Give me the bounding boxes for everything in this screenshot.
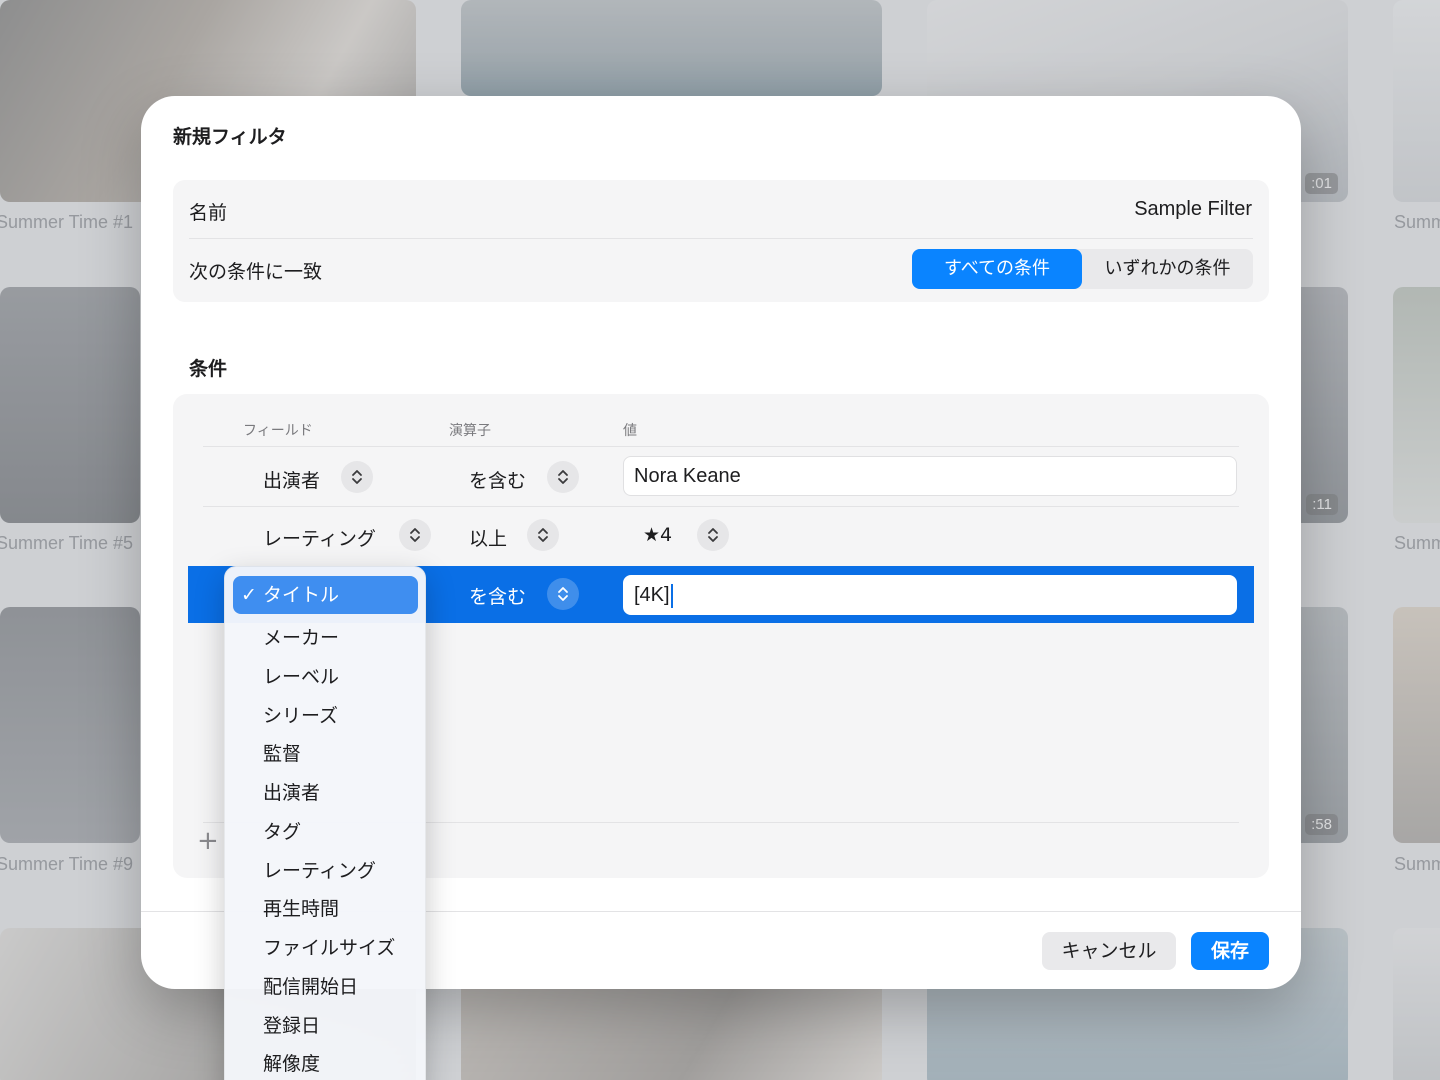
menu-item[interactable]: 出演者 (263, 778, 320, 805)
condition-operator[interactable]: 以上 (469, 524, 507, 551)
conditions-title: 条件 (189, 358, 228, 380)
condition-value-input[interactable]: Nora Keane (623, 456, 1237, 496)
match-label: 次の条件に一致 (189, 261, 323, 283)
chevron-up-down-icon[interactable] (527, 519, 559, 551)
match-segmented-control: すべての条件 いずれかの条件 (912, 249, 1253, 289)
condition-field[interactable]: 出演者 (263, 466, 320, 493)
text-caret (670, 583, 673, 608)
menu-item[interactable]: 配信開始日 (263, 972, 358, 999)
name-label: 名前 (189, 202, 228, 224)
menu-item[interactable]: レーベル (263, 662, 339, 689)
menu-item[interactable]: タグ (263, 817, 301, 844)
condition-value-input[interactable]: [4K] (623, 575, 1237, 615)
name-value[interactable]: Sample Filter (1134, 198, 1252, 221)
menu-item[interactable]: ファイルサイズ (263, 933, 395, 960)
chevron-up-down-icon[interactable] (399, 519, 431, 551)
filter-settings-group: 名前 Sample Filter 次の条件に一致 すべての条件 いずれかの条件 (173, 180, 1269, 302)
rating-value[interactable]: ★4 (643, 524, 672, 546)
condition-field[interactable]: レーティング (263, 524, 376, 551)
match-any-button[interactable]: いずれかの条件 (1082, 249, 1253, 289)
match-all-button[interactable]: すべての条件 (912, 249, 1082, 289)
menu-item-label: タイトル (263, 584, 340, 606)
add-condition-button[interactable]: + (197, 828, 219, 854)
dialog-title: 新規フィルタ (173, 126, 287, 148)
menu-item[interactable]: レーティング (263, 856, 376, 883)
condition-operator[interactable]: を含む (469, 466, 526, 493)
divider (203, 506, 1239, 507)
save-button[interactable]: 保存 (1191, 932, 1269, 970)
menu-item[interactable]: 再生時間 (263, 894, 339, 921)
field-dropdown-menu: ✓ タイトル メーカー レーベル シリーズ 監督 出演者 タグ レーティング 再生… (224, 566, 426, 1080)
menu-item[interactable]: 監督 (263, 739, 301, 766)
chevron-up-down-icon[interactable] (547, 578, 579, 610)
menu-item[interactable]: 登録日 (263, 1011, 320, 1038)
divider (203, 446, 1239, 447)
condition-operator[interactable]: を含む (469, 582, 526, 609)
divider (189, 238, 1253, 239)
chevron-up-down-icon[interactable] (697, 519, 729, 551)
column-header-operator: 演算子 (449, 423, 491, 439)
column-header-value: 値 (623, 423, 637, 439)
chevron-up-down-icon[interactable] (547, 461, 579, 493)
menu-item[interactable]: シリーズ (263, 701, 338, 728)
checkmark-icon: ✓ (241, 584, 257, 606)
column-header-field: フィールド (243, 423, 313, 439)
menu-item[interactable]: メーカー (263, 623, 339, 650)
input-text: [4K] (634, 584, 670, 606)
chevron-up-down-icon[interactable] (341, 461, 373, 493)
cancel-button[interactable]: キャンセル (1042, 932, 1176, 970)
menu-item[interactable]: 解像度 (263, 1049, 320, 1076)
menu-item-selected[interactable]: ✓ タイトル (233, 576, 418, 614)
